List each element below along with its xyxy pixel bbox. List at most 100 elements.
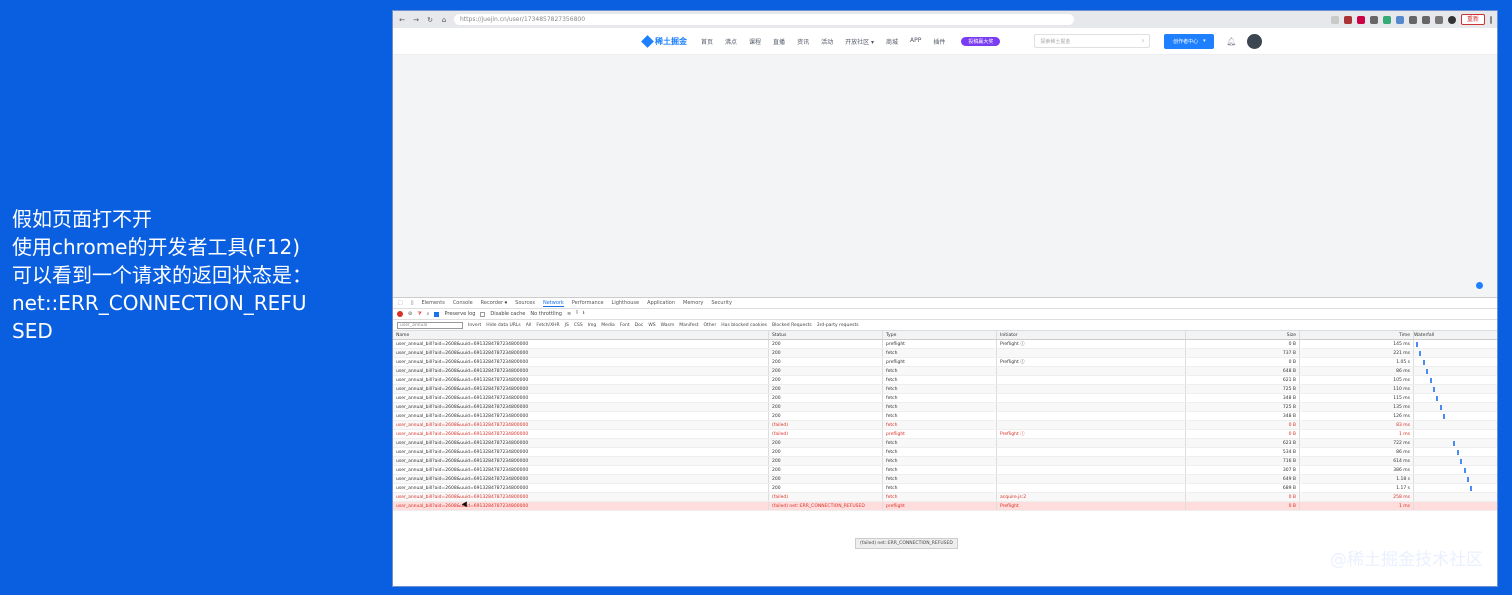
filter-option[interactable]: Media <box>601 323 615 328</box>
menu-item[interactable]: 活动 <box>815 37 839 46</box>
table-row[interactable]: user_annual_bill?aid=2608&uuid=691328478… <box>393 502 1497 511</box>
export-icon[interactable]: ⭳ <box>583 310 585 318</box>
reset-button[interactable]: 重新 <box>1460 14 1485 25</box>
menu-item[interactable]: 首页 <box>695 37 719 46</box>
inspect-icon[interactable]: ⬚ <box>398 300 403 306</box>
import-icon[interactable]: ⭱ <box>576 310 578 318</box>
table-row[interactable]: user_annual_bill?aid=2608&uuid=691328478… <box>393 367 1497 376</box>
table-row[interactable]: user_annual_bill?aid=2608&uuid=691328478… <box>393 340 1497 349</box>
extension-icon[interactable] <box>1382 15 1391 24</box>
filter-option[interactable]: Has blocked cookies <box>721 323 767 328</box>
extension-icon[interactable] <box>1369 15 1378 24</box>
filter-option[interactable]: WS <box>648 323 655 328</box>
column-header[interactable]: Name <box>393 331 769 339</box>
menu-item[interactable]: APP <box>904 37 927 46</box>
clear-icon[interactable]: ⊘ <box>408 311 412 317</box>
devtools-tab[interactable]: Application <box>647 300 675 306</box>
devtools-tab[interactable]: Network <box>542 300 564 307</box>
filter-option[interactable]: CSS <box>574 323 583 328</box>
table-row[interactable]: user_annual_bill?aid=2608&uuid=691328478… <box>393 385 1497 394</box>
extension-icon[interactable] <box>1395 15 1404 24</box>
floating-help-icon[interactable] <box>1476 282 1483 289</box>
sidebar-icon[interactable] <box>1434 15 1443 24</box>
filter-option[interactable]: Doc <box>635 323 644 328</box>
column-header[interactable]: Time <box>1300 331 1414 339</box>
filter-option[interactable]: Manifest <box>679 323 698 328</box>
devtools-tab[interactable]: Lighthouse <box>612 300 640 306</box>
table-row[interactable]: user_annual_bill?aid=2608&uuid=691328478… <box>393 439 1497 448</box>
bookmark-icon[interactable] <box>1421 15 1430 24</box>
filter-option[interactable]: Wasm <box>661 323 675 328</box>
table-row[interactable]: user_annual_bill?aid=2608&uuid=691328478… <box>393 394 1497 403</box>
avatar[interactable] <box>1246 33 1262 49</box>
table-row[interactable]: user_annual_bill?aid=2608&uuid=691328478… <box>393 403 1497 412</box>
share-icon[interactable] <box>1330 15 1339 24</box>
menu-item[interactable]: 课程 <box>743 37 767 46</box>
column-header[interactable]: Status <box>769 331 883 339</box>
devtools-tab[interactable]: Recorder ⏺ <box>481 300 508 306</box>
preserve-log-checkbox[interactable] <box>434 311 440 317</box>
devtools-tab[interactable]: Elements <box>422 300 445 306</box>
devtools-tab[interactable]: Console <box>453 300 473 306</box>
table-row[interactable]: user_annual_bill?aid=2608&uuid=691328478… <box>393 376 1497 385</box>
menu-item[interactable]: 商城 <box>880 37 904 46</box>
filter-icon[interactable]: ⧩ <box>417 311 421 317</box>
menu-item[interactable]: 开放社区 ▾ <box>839 37 880 46</box>
filter-option[interactable]: Hide data URLs <box>486 323 521 328</box>
reload-icon[interactable]: ↻ <box>426 16 434 24</box>
column-header[interactable]: Initiator <box>997 331 1186 339</box>
disable-cache-checkbox[interactable] <box>480 311 486 317</box>
filter-option[interactable]: JS <box>565 323 569 328</box>
table-row[interactable]: user_annual_bill?aid=2608&uuid=691328478… <box>393 349 1497 358</box>
table-row[interactable]: user_annual_bill?aid=2608&uuid=691328478… <box>393 493 1497 502</box>
puzzle-icon[interactable] <box>1408 15 1417 24</box>
forward-icon[interactable]: → <box>412 16 420 24</box>
table-row[interactable]: user_annual_bill?aid=2608&uuid=691328478… <box>393 466 1497 475</box>
menu-item[interactable]: 沸点 <box>719 37 743 46</box>
extension-icon[interactable] <box>1356 15 1365 24</box>
table-row[interactable]: user_annual_bill?aid=2608&uuid=691328478… <box>393 430 1497 439</box>
filter-option[interactable]: Invert <box>468 323 481 328</box>
bell-icon[interactable]: 🔔︎ <box>1226 37 1236 46</box>
table-row[interactable]: user_annual_bill?aid=2608&uuid=691328478… <box>393 358 1497 367</box>
throttling-select[interactable]: No throttling <box>530 311 562 317</box>
filter-option[interactable]: Fetch/XHR <box>536 323 559 328</box>
table-row[interactable]: user_annual_bill?aid=2608&uuid=691328478… <box>393 421 1497 430</box>
column-header[interactable]: Size <box>1186 331 1300 339</box>
devtools-tab[interactable]: Security <box>711 300 732 306</box>
search-icon[interactable]: ⌕ <box>427 311 430 317</box>
filter-option[interactable]: Img <box>588 323 597 328</box>
filter-option[interactable]: Font <box>620 323 630 328</box>
wifi-icon[interactable]: ≋ <box>567 311 571 317</box>
menu-item[interactable]: 直播 <box>767 37 791 46</box>
column-header[interactable]: Type <box>883 331 997 339</box>
filter-input[interactable]: user_annual <box>397 321 463 329</box>
record-icon[interactable] <box>397 311 403 317</box>
table-row[interactable]: user_annual_bill?aid=2608&uuid=691328478… <box>393 475 1497 484</box>
filter-option[interactable]: Other <box>704 323 717 328</box>
devtools-tab[interactable]: Performance <box>572 300 604 306</box>
menu-item[interactable]: 资讯 <box>791 37 815 46</box>
filter-option[interactable]: 3rd-party requests <box>817 323 859 328</box>
back-icon[interactable]: ← <box>398 16 406 24</box>
extension-icon[interactable] <box>1343 15 1352 24</box>
table-row[interactable]: user_annual_bill?aid=2608&uuid=691328478… <box>393 412 1497 421</box>
promo-badge[interactable]: 投稿赢大奖 <box>961 36 1001 46</box>
devtools-tab[interactable]: Memory <box>683 300 703 306</box>
filter-option[interactable]: Blocked Requests <box>772 323 812 328</box>
profile-icon[interactable] <box>1447 15 1456 24</box>
filter-option[interactable]: All <box>526 323 532 328</box>
site-logo[interactable]: 稀土掘金 <box>641 34 687 48</box>
column-header[interactable]: Waterfall <box>1414 331 1497 339</box>
creator-center-button[interactable]: 创作者中心 ▾ <box>1164 33 1215 49</box>
address-bar[interactable]: https://juejin.cn/user/1734857827356800 <box>454 14 1074 25</box>
table-row[interactable]: user_annual_bill?aid=2608&uuid=691328478… <box>393 457 1497 466</box>
device-toolbar-icon[interactable]: ▯ <box>411 300 414 306</box>
menu-item[interactable]: 插件 <box>927 37 951 46</box>
table-row[interactable]: user_annual_bill?aid=2608&uuid=691328478… <box>393 448 1497 457</box>
search-icon[interactable]: ⌕ <box>1142 38 1145 44</box>
table-row[interactable]: user_annual_bill?aid=2608&uuid=691328478… <box>393 484 1497 493</box>
devtools-tab[interactable]: Sources <box>515 300 535 306</box>
home-icon[interactable]: ⌂ <box>440 16 448 24</box>
menu-icon[interactable] <box>1490 15 1492 24</box>
